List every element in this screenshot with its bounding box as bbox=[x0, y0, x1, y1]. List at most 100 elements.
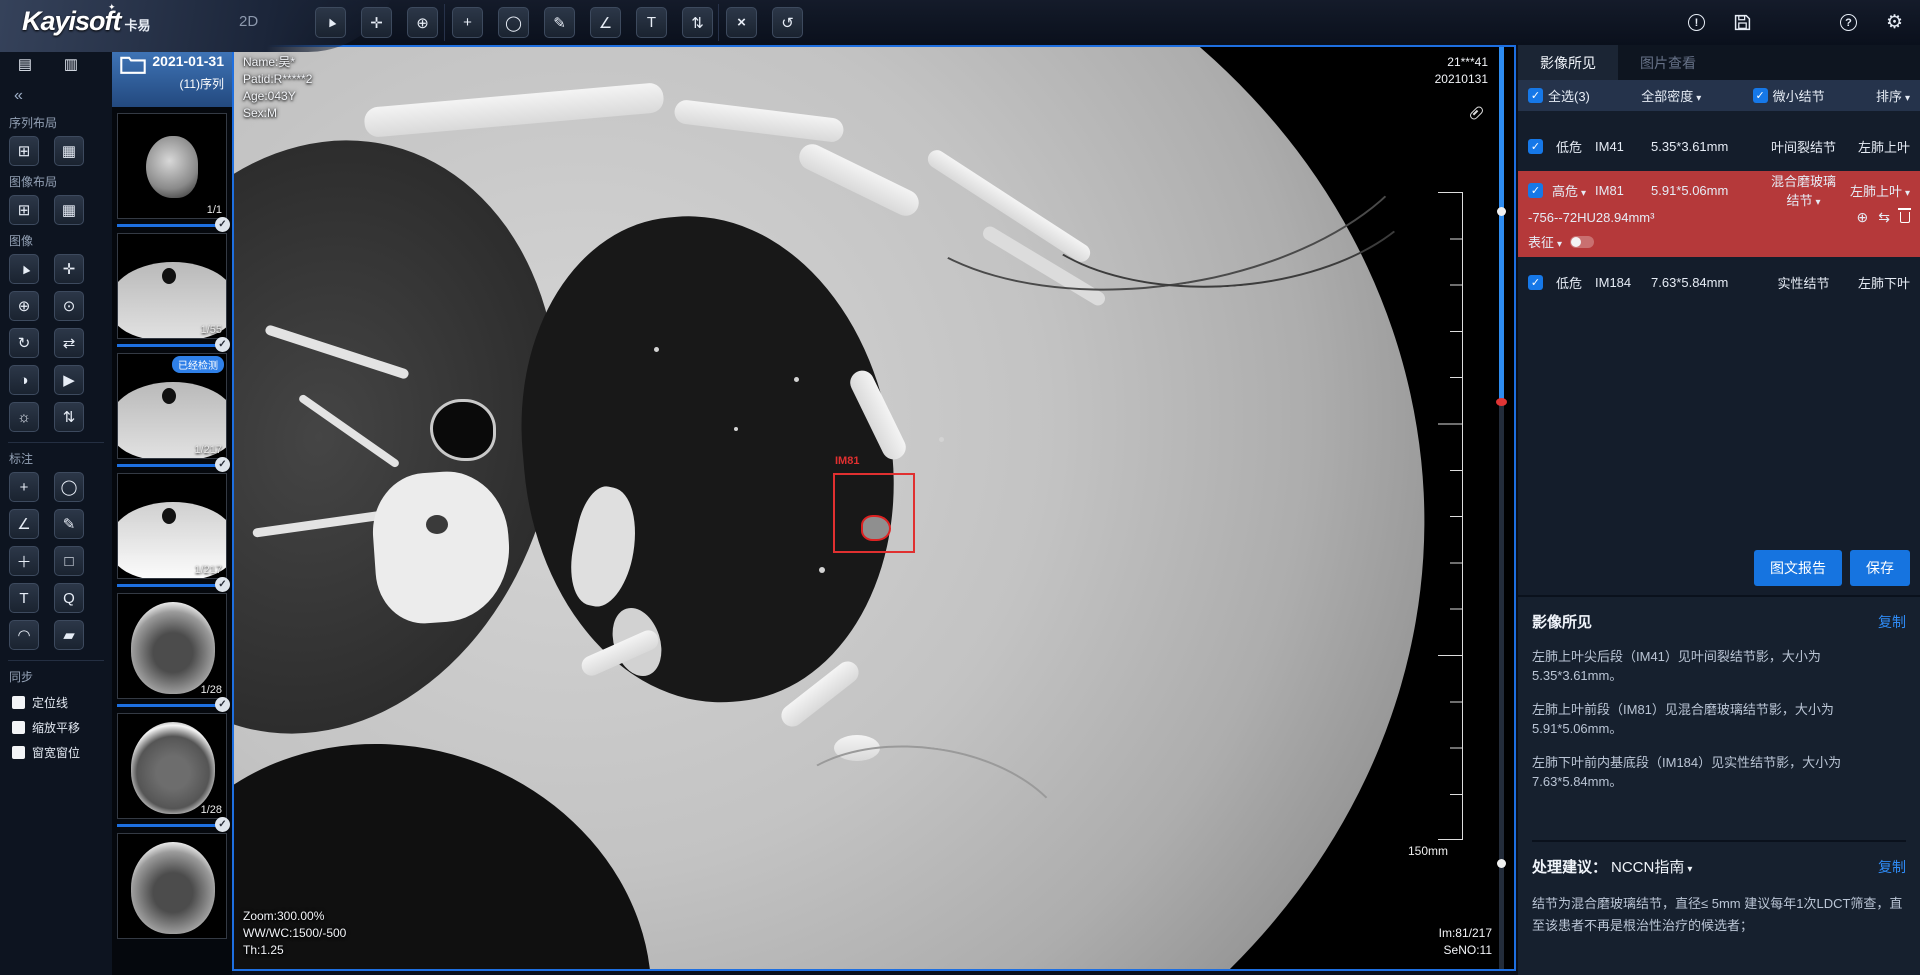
delete-nodule-icon[interactable] bbox=[1900, 212, 1910, 223]
nodule-id: IM184 bbox=[1595, 275, 1647, 290]
slice-scrollbar[interactable] bbox=[1499, 47, 1504, 969]
current-nodule-marker[interactable] bbox=[1496, 398, 1507, 406]
link-icon[interactable] bbox=[1468, 105, 1484, 121]
checkbox-checked-icon[interactable] bbox=[1528, 88, 1543, 103]
zoom-in-tool-button[interactable]: ⊕ bbox=[407, 7, 438, 38]
nodule-type-dropdown[interactable]: 混合磨玻璃结节 bbox=[1767, 171, 1840, 209]
invert-button[interactable]: ◑ bbox=[9, 365, 39, 395]
compare-icon[interactable]: ⇆ bbox=[1878, 209, 1890, 226]
pencil-annot-button[interactable]: ✎ bbox=[54, 509, 84, 539]
help-button[interactable]: ? bbox=[1833, 7, 1864, 38]
main-viewport[interactable]: IM81 Name:吴* Patid:R*****2 Age:043Y Sex:… bbox=[232, 45, 1516, 971]
arc-ruler-button[interactable]: ◠ bbox=[9, 620, 39, 650]
copy-findings-link[interactable]: 复制 bbox=[1878, 612, 1906, 632]
nodule-row-im184[interactable]: 低危 IM184 7.63*5.84mm 实性结节 左肺下叶 bbox=[1518, 263, 1920, 301]
exam-list-button[interactable]: ▤ bbox=[10, 49, 40, 79]
save-layout-button[interactable] bbox=[1727, 7, 1758, 38]
finding-sentence: 左肺上叶尖后段（IM41）见叶间裂结节影，大小为5.35*3.61mm。 bbox=[1532, 647, 1906, 685]
window-level-tool-button[interactable]: ⇅ bbox=[682, 7, 713, 38]
pointer-tool-button[interactable]: ► bbox=[315, 7, 346, 38]
rectangle-annot-button[interactable]: □ bbox=[54, 546, 84, 576]
risk-level-dropdown[interactable]: 高危 bbox=[1547, 181, 1591, 200]
flip-button[interactable]: ⇄ bbox=[54, 328, 84, 358]
report-button[interactable]: 图文报告 bbox=[1754, 550, 1842, 586]
pencil-tool-button[interactable]: ✎ bbox=[544, 7, 575, 38]
checkbox-checked-icon[interactable] bbox=[1528, 183, 1543, 198]
accession-number: 21***41 bbox=[1435, 54, 1488, 71]
feature-toggle[interactable] bbox=[1570, 236, 1594, 248]
series-thumbnail[interactable]: 1/28 bbox=[117, 713, 227, 819]
guideline-dropdown[interactable]: NCCN指南 bbox=[1611, 856, 1692, 877]
ellipse-tool-button[interactable]: ◯ bbox=[498, 7, 529, 38]
section-label-annotation: 标注 bbox=[9, 450, 112, 467]
ellipse-annot-icon: ◯ bbox=[61, 478, 78, 496]
magnify-button[interactable]: ⊙ bbox=[54, 291, 84, 321]
magnify-icon: ⊙ bbox=[63, 297, 76, 315]
lasso-annot-button[interactable]: Q bbox=[54, 583, 84, 613]
series-layout-2x2-button[interactable]: ⊞ bbox=[9, 136, 39, 166]
image-layout-2x2-button[interactable]: ⊞ bbox=[9, 195, 39, 225]
angle-annot-button[interactable]: ∠ bbox=[9, 509, 39, 539]
alert-button[interactable]: ! bbox=[1681, 7, 1712, 38]
brightness-button[interactable]: ☼ bbox=[9, 402, 39, 432]
collapse-sidebar-button[interactable]: « bbox=[0, 79, 112, 107]
checkbox-checked-icon[interactable] bbox=[1753, 88, 1768, 103]
sync-option-localizer[interactable]: 定位线 bbox=[0, 690, 112, 715]
checkbox-unchecked-icon[interactable] bbox=[12, 746, 25, 759]
localize-tool-button[interactable]: + bbox=[452, 7, 483, 38]
series-thumbnail[interactable] bbox=[117, 833, 227, 939]
text-annot-button[interactable]: T bbox=[9, 583, 39, 613]
nodule-marker[interactable] bbox=[1497, 207, 1506, 216]
nodule-roi-box[interactable] bbox=[833, 473, 915, 553]
crosshair-button[interactable]: + bbox=[9, 472, 39, 502]
text-tool-button[interactable]: T bbox=[636, 7, 667, 38]
eraser-button[interactable]: ▰ bbox=[54, 620, 84, 650]
settings-button[interactable]: ⚙ bbox=[1879, 7, 1910, 38]
invert-icon: ◑ bbox=[19, 372, 28, 389]
series-thumbnail[interactable]: 1/55 bbox=[117, 233, 227, 339]
copy-advice-link[interactable]: 复制 bbox=[1878, 857, 1906, 877]
study-date-header[interactable]: 2021-01-31 (11)序列 bbox=[112, 45, 232, 107]
angle-tool-button[interactable]: ∠ bbox=[590, 7, 621, 38]
rotate-button[interactable]: ↻ bbox=[9, 328, 39, 358]
save-button[interactable]: 保存 bbox=[1850, 550, 1910, 586]
zoom-to-nodule-icon[interactable]: ⊕ bbox=[1857, 209, 1869, 226]
feature-dropdown[interactable]: 表征 bbox=[1528, 232, 1562, 251]
pan-button[interactable]: ✛ bbox=[54, 254, 84, 284]
series-thumbnail[interactable]: 1/28 bbox=[117, 593, 227, 699]
image-layout-3x3-button[interactable]: ▦ bbox=[54, 195, 84, 225]
sync-option-zoom-pan[interactable]: 缩放平移 bbox=[0, 715, 112, 740]
plus-annot-button[interactable]: ＋ bbox=[9, 546, 39, 576]
nodule-marker[interactable] bbox=[1497, 859, 1506, 868]
density-filter-dropdown[interactable]: 全部密度 bbox=[1641, 86, 1701, 105]
pan-tool-button[interactable]: ✛ bbox=[361, 7, 392, 38]
nodule-row-im41[interactable]: 低危 IM41 5.35*3.61mm 叶间裂结节 左肺上叶 bbox=[1518, 127, 1920, 165]
window-level-button[interactable]: ⇅ bbox=[54, 402, 84, 432]
series-thumbnail[interactable]: 1/1 bbox=[117, 113, 227, 219]
tab-image-view[interactable]: 图片查看 bbox=[1618, 45, 1718, 80]
nodule-row-im81-selected[interactable]: 高危 IM81 5.91*5.06mm 混合磨玻璃结节 左肺上叶 -756--7… bbox=[1518, 171, 1920, 257]
ellipse-annot-button[interactable]: ◯ bbox=[54, 472, 84, 502]
series-thumbnail[interactable]: 1/217 bbox=[117, 473, 227, 579]
checkbox-unchecked-icon[interactable] bbox=[12, 721, 25, 734]
nodule-hu-volume: -756--72HU28.94mm³ bbox=[1528, 210, 1654, 225]
series-layout-3x3-icon: ▦ bbox=[62, 142, 76, 160]
sync-option-window[interactable]: 窗宽窗位 bbox=[0, 740, 112, 765]
checkbox-checked-icon[interactable] bbox=[1528, 275, 1543, 290]
zoom-in-button[interactable]: ⊕ bbox=[9, 291, 39, 321]
series-thumbnail-detected[interactable]: 已经检测 1/217 bbox=[117, 353, 227, 459]
checkbox-unchecked-icon[interactable] bbox=[12, 696, 25, 709]
cine-play-button[interactable]: ▶ bbox=[54, 365, 84, 395]
series-list-button[interactable]: ▥ bbox=[56, 49, 86, 79]
reset-tool-button[interactable]: ↺ bbox=[772, 7, 803, 38]
series-layout-3x3-button[interactable]: ▦ bbox=[54, 136, 84, 166]
micro-nodule-control[interactable]: 微小结节 bbox=[1753, 86, 1825, 105]
sort-dropdown[interactable]: 排序 bbox=[1876, 86, 1910, 105]
select-all-control[interactable]: 全选(3) bbox=[1528, 86, 1590, 105]
pointer-button[interactable]: ► bbox=[9, 254, 39, 284]
tab-findings[interactable]: 影像所见 bbox=[1518, 45, 1618, 80]
nodule-location-dropdown[interactable]: 左肺上叶 bbox=[1844, 181, 1910, 200]
delete-tool-button[interactable]: × bbox=[726, 7, 757, 38]
checkbox-checked-icon[interactable] bbox=[1528, 139, 1543, 154]
gear-icon: ⚙ bbox=[1886, 11, 1903, 34]
